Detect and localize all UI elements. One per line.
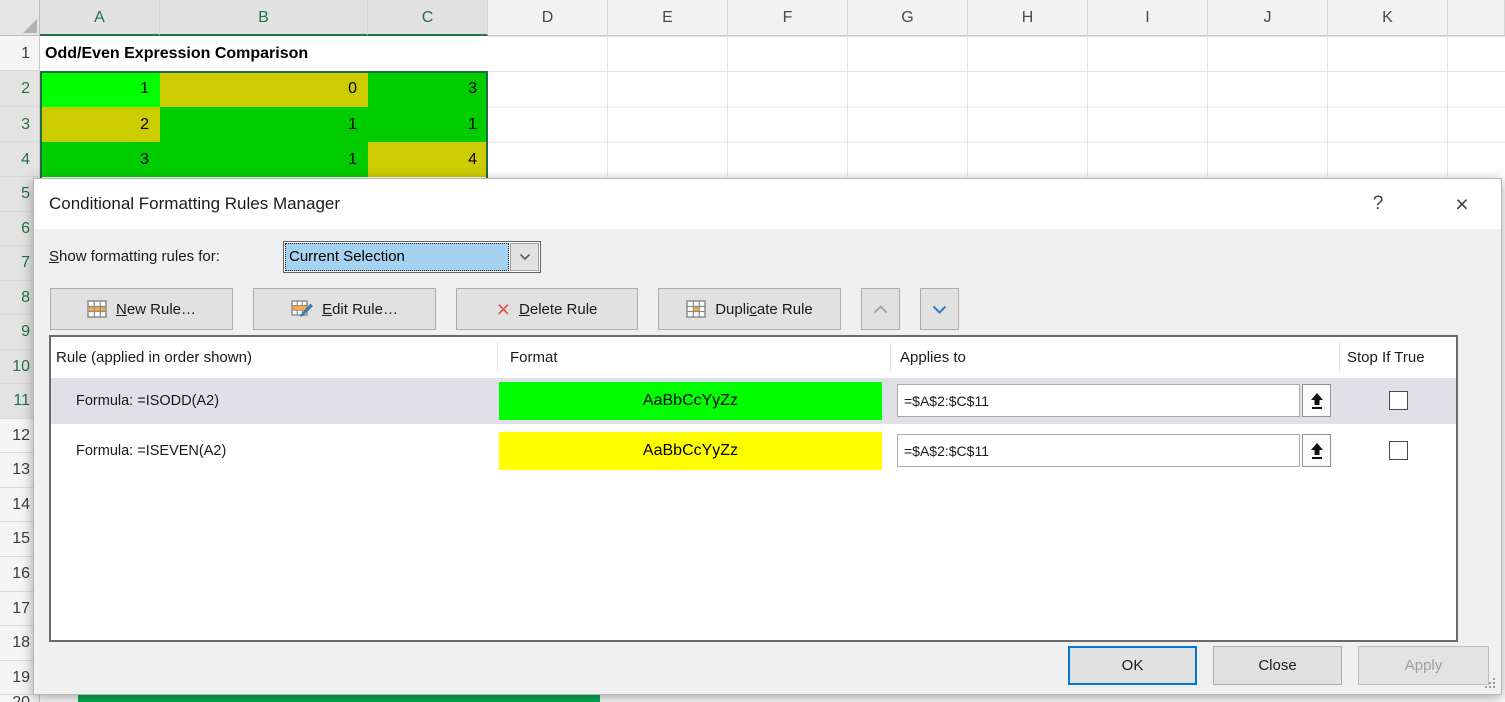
move-rule-down-button[interactable] <box>920 288 959 330</box>
applies-to-input[interactable] <box>897 384 1300 417</box>
column-divider <box>1339 343 1340 372</box>
conditional-formatting-rules-manager-dialog: Conditional Formatting Rules Manager ? ×… <box>33 178 1502 695</box>
cell-c4[interactable]: 4 <box>368 142 488 177</box>
cell-c2[interactable]: 3 <box>368 71 488 107</box>
dialog-titlebar[interactable]: Conditional Formatting Rules Manager ? × <box>34 179 1501 229</box>
column-header-f[interactable]: F <box>728 0 848 36</box>
chevron-down-icon <box>519 253 531 261</box>
column-header-a[interactable]: A <box>40 0 160 36</box>
show-rules-for-label: Show formatting rules for: <box>49 241 220 273</box>
move-rule-up-button[interactable] <box>861 288 900 330</box>
new-rule-table-icon <box>87 300 107 318</box>
column-header-d[interactable]: D <box>488 0 608 36</box>
column-divider <box>890 343 891 372</box>
excel-window: A B C D E F G H I J K 1 Odd/Even Express… <box>0 0 1505 702</box>
collapse-dialog-arrow-icon <box>1309 392 1325 410</box>
row-20-formatted-cells[interactable] <box>78 695 600 702</box>
stop-if-true-checkbox[interactable] <box>1389 391 1408 410</box>
edit-rule-pencil-icon <box>291 300 313 319</box>
apply-button[interactable]: Apply <box>1358 646 1489 685</box>
column-header-c[interactable]: C <box>368 0 488 36</box>
sheet-title-cell[interactable]: Odd/Even Expression Comparison <box>40 36 488 71</box>
cell-b2[interactable]: 0 <box>160 71 368 107</box>
col-header-stop-if-true: Stop If True <box>1347 337 1425 378</box>
show-label-rest: how formatting rules for: <box>59 248 220 265</box>
rules-list-header: Rule (applied in order shown) Format App… <box>51 337 1456 378</box>
column-header-k[interactable]: K <box>1328 0 1448 36</box>
show-rules-for-dropdown[interactable]: Current Selection <box>283 241 541 273</box>
row-header-4[interactable]: 4 <box>0 142 40 177</box>
cell-a4[interactable]: 3 <box>40 142 160 177</box>
sheet-row-3: 2 1 1 <box>40 107 488 142</box>
collapse-dialog-arrow-icon <box>1309 442 1325 460</box>
ok-button[interactable]: OK <box>1068 646 1197 685</box>
column-header-j[interactable]: J <box>1208 0 1328 36</box>
dropdown-button[interactable] <box>510 243 539 271</box>
rules-toolbar: New Rule… Edit Rule… × Delete Rule <box>50 288 959 330</box>
delete-rule-button[interactable]: × Delete Rule <box>456 288 638 330</box>
row-header-3[interactable]: 3 <box>0 107 40 142</box>
column-header-g[interactable]: G <box>848 0 968 36</box>
cell-b4[interactable]: 1 <box>160 142 368 177</box>
row-header-1[interactable]: 1 <box>0 36 40 71</box>
new-rule-button[interactable]: New Rule… <box>50 288 233 330</box>
dropdown-selected-value[interactable]: Current Selection <box>285 243 509 271</box>
applies-to-input[interactable] <box>897 434 1300 467</box>
column-header-i[interactable]: I <box>1088 0 1208 36</box>
chevron-down-icon <box>932 305 947 314</box>
rule-formula-text: Formula: =ISEVEN(A2) <box>76 428 226 474</box>
help-button[interactable]: ? <box>1364 179 1392 229</box>
duplicate-rule-button[interactable]: Duplicate Rule <box>658 288 841 330</box>
cell-c3[interactable]: 1 <box>368 107 488 142</box>
col-header-applies-to: Applies to <box>900 337 966 378</box>
cell-a2[interactable]: 1 <box>40 71 160 107</box>
column-divider <box>497 343 498 372</box>
edit-rule-button[interactable]: Edit Rule… <box>253 288 436 330</box>
rule-row-isodd[interactable]: Formula: =ISODD(A2) AaBbCcYyZz <box>51 378 1456 424</box>
resize-grip[interactable] <box>1493 686 1495 688</box>
cell-a3[interactable]: 2 <box>40 107 160 142</box>
cell-b3[interactable]: 1 <box>160 107 368 142</box>
column-header-h[interactable]: H <box>968 0 1088 36</box>
range-picker-button[interactable] <box>1302 434 1331 467</box>
chevron-up-icon <box>873 305 888 314</box>
rules-list: Rule (applied in order shown) Format App… <box>49 335 1458 642</box>
new-rule-label: New Rule… <box>116 301 196 318</box>
format-preview-swatch: AaBbCcYyZz <box>499 382 882 420</box>
duplicate-rule-table-icon <box>686 300 706 318</box>
dialog-title: Conditional Formatting Rules Manager <box>49 179 340 229</box>
row-header-2[interactable]: 2 <box>0 71 40 107</box>
select-all-corner[interactable] <box>0 0 40 36</box>
column-header-b[interactable]: B <box>160 0 368 36</box>
rule-row-iseven[interactable]: Formula: =ISEVEN(A2) AaBbCcYyZz <box>51 428 1456 474</box>
format-preview-swatch: AaBbCcYyZz <box>499 432 882 470</box>
close-icon[interactable]: × <box>1444 179 1480 229</box>
col-header-rule: Rule (applied in order shown) <box>56 337 252 378</box>
delete-x-icon: × <box>497 299 510 319</box>
sheet-row-2: 1 0 3 <box>40 71 488 107</box>
range-picker-button[interactable] <box>1302 384 1331 417</box>
stop-if-true-checkbox[interactable] <box>1389 441 1408 460</box>
sheet-row-4: 3 1 4 <box>40 142 488 177</box>
delete-rule-label: Delete Rule <box>519 301 597 318</box>
close-button[interactable]: Close <box>1213 646 1342 685</box>
select-all-triangle-icon <box>23 19 37 33</box>
duplicate-rule-label: Duplicate Rule <box>715 301 813 318</box>
grid-lines <box>488 36 1505 177</box>
row-header-20[interactable]: 20 <box>0 695 40 702</box>
column-header-partial[interactable] <box>1448 0 1505 36</box>
edit-rule-label: Edit Rule… <box>322 301 398 318</box>
col-header-format: Format <box>510 337 558 378</box>
show-label-accel: S <box>49 248 59 265</box>
rule-formula-text: Formula: =ISODD(A2) <box>76 378 219 424</box>
column-header-e[interactable]: E <box>608 0 728 36</box>
